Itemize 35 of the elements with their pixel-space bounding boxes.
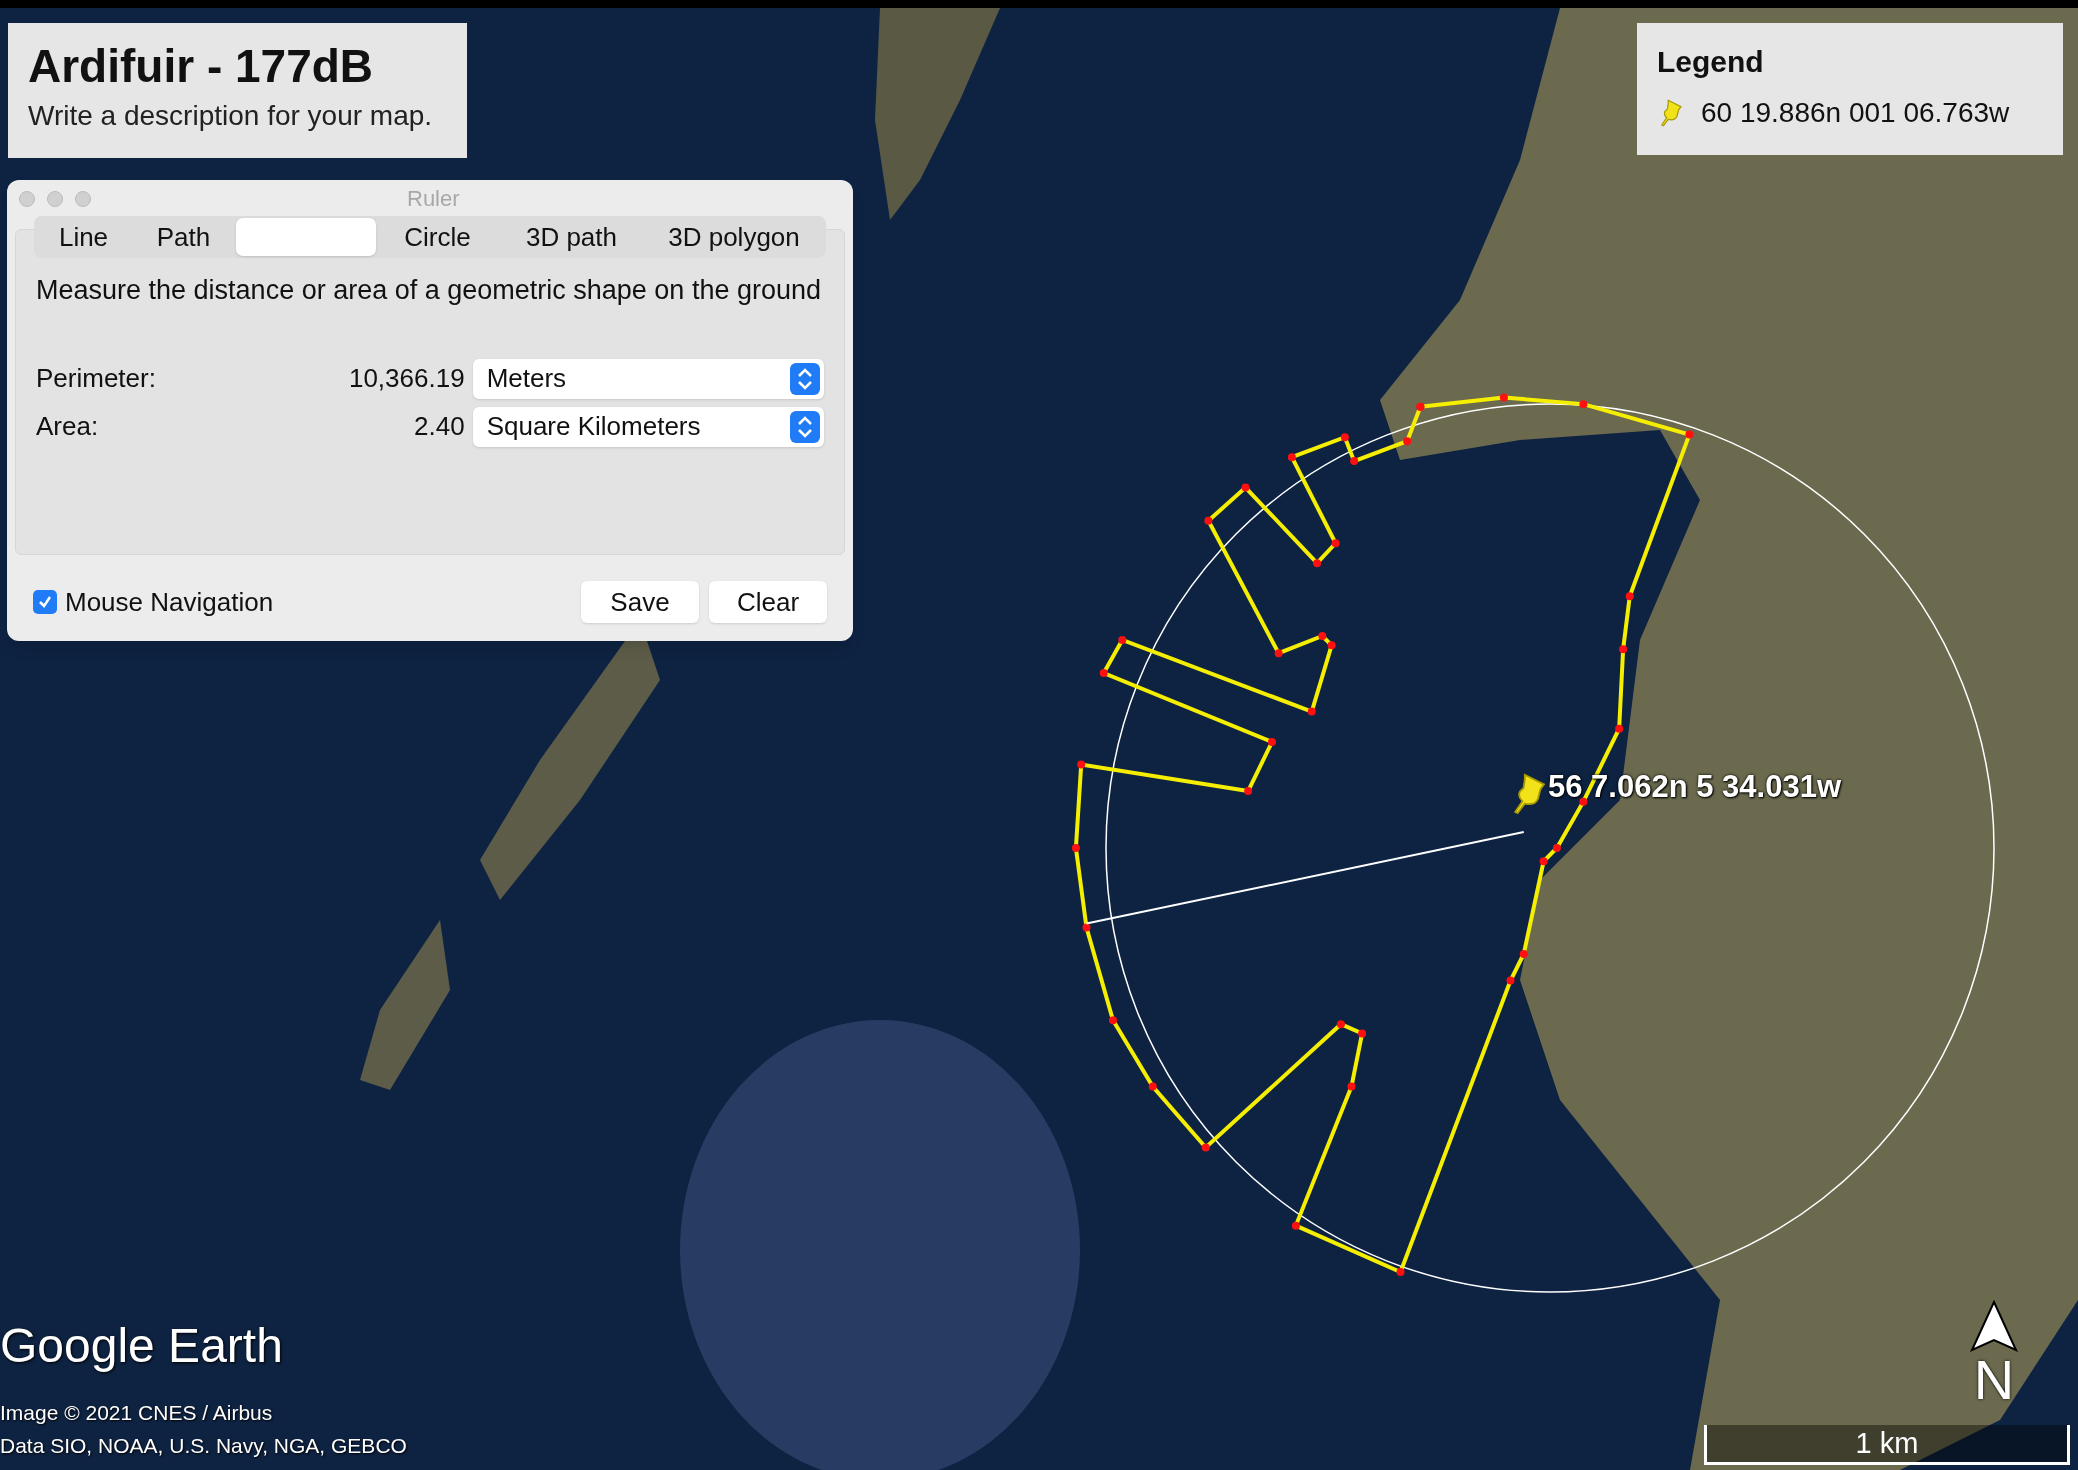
legend-title: Legend <box>1657 44 1765 80</box>
north-arrow-icon <box>1968 1300 2020 1352</box>
instruction-text: Measure the distance or area of a geometric shape on the ground <box>36 274 822 307</box>
unit-dropdown[interactable]: Square Kilometers <box>472 406 824 447</box>
map-title: Ardifuir - 177dB <box>28 43 375 89</box>
tab[interactable]: Path <box>131 218 236 256</box>
dialog-button[interactable]: Save <box>581 581 699 623</box>
dialog-button[interactable]: Clear <box>709 581 827 623</box>
stepper-icon <box>790 362 820 395</box>
compass-letter: N <box>1973 1352 2015 1408</box>
window-title: Ruler <box>407 185 460 213</box>
tab[interactable]: Circle <box>376 218 499 256</box>
checkbox[interactable] <box>33 590 57 614</box>
brand-logo: Google Earth <box>0 1322 283 1370</box>
unit-dropdown[interactable]: Meters <box>472 358 824 399</box>
tab[interactable] <box>236 218 376 256</box>
map-description: Write a description for your map. <box>28 99 434 133</box>
tab[interactable]: Line <box>36 218 131 256</box>
placemark-label: 56 7.062n 5 34.031w <box>1548 768 1841 806</box>
stepper-icon <box>790 410 820 443</box>
legend-entry: 60 19.886n 001 06.763w <box>1701 96 2010 130</box>
window-zoom-button[interactable] <box>75 190 91 207</box>
measurement-label: Area: <box>36 410 100 443</box>
measurement-value: 2.40 <box>413 410 466 443</box>
tab[interactable]: 3D polygon <box>644 218 824 256</box>
checkbox-label: Mouse Navigation <box>65 585 274 619</box>
window-close-button[interactable] <box>19 190 35 207</box>
scale-bar: 1 km <box>1704 1425 2070 1465</box>
window-minimize-button[interactable] <box>47 190 63 207</box>
measurement-label: Perimeter: <box>36 362 157 395</box>
attribution-text: Image © 2021 CNES / Airbus <box>0 1402 274 1423</box>
checkmark-icon <box>37 594 53 610</box>
measurement-value: 10,366.19 <box>347 362 466 395</box>
attribution-text: Data SIO, NOAA, U.S. Navy, NGA, GEBCO <box>0 1435 407 1456</box>
tab[interactable]: 3D path <box>499 218 644 256</box>
